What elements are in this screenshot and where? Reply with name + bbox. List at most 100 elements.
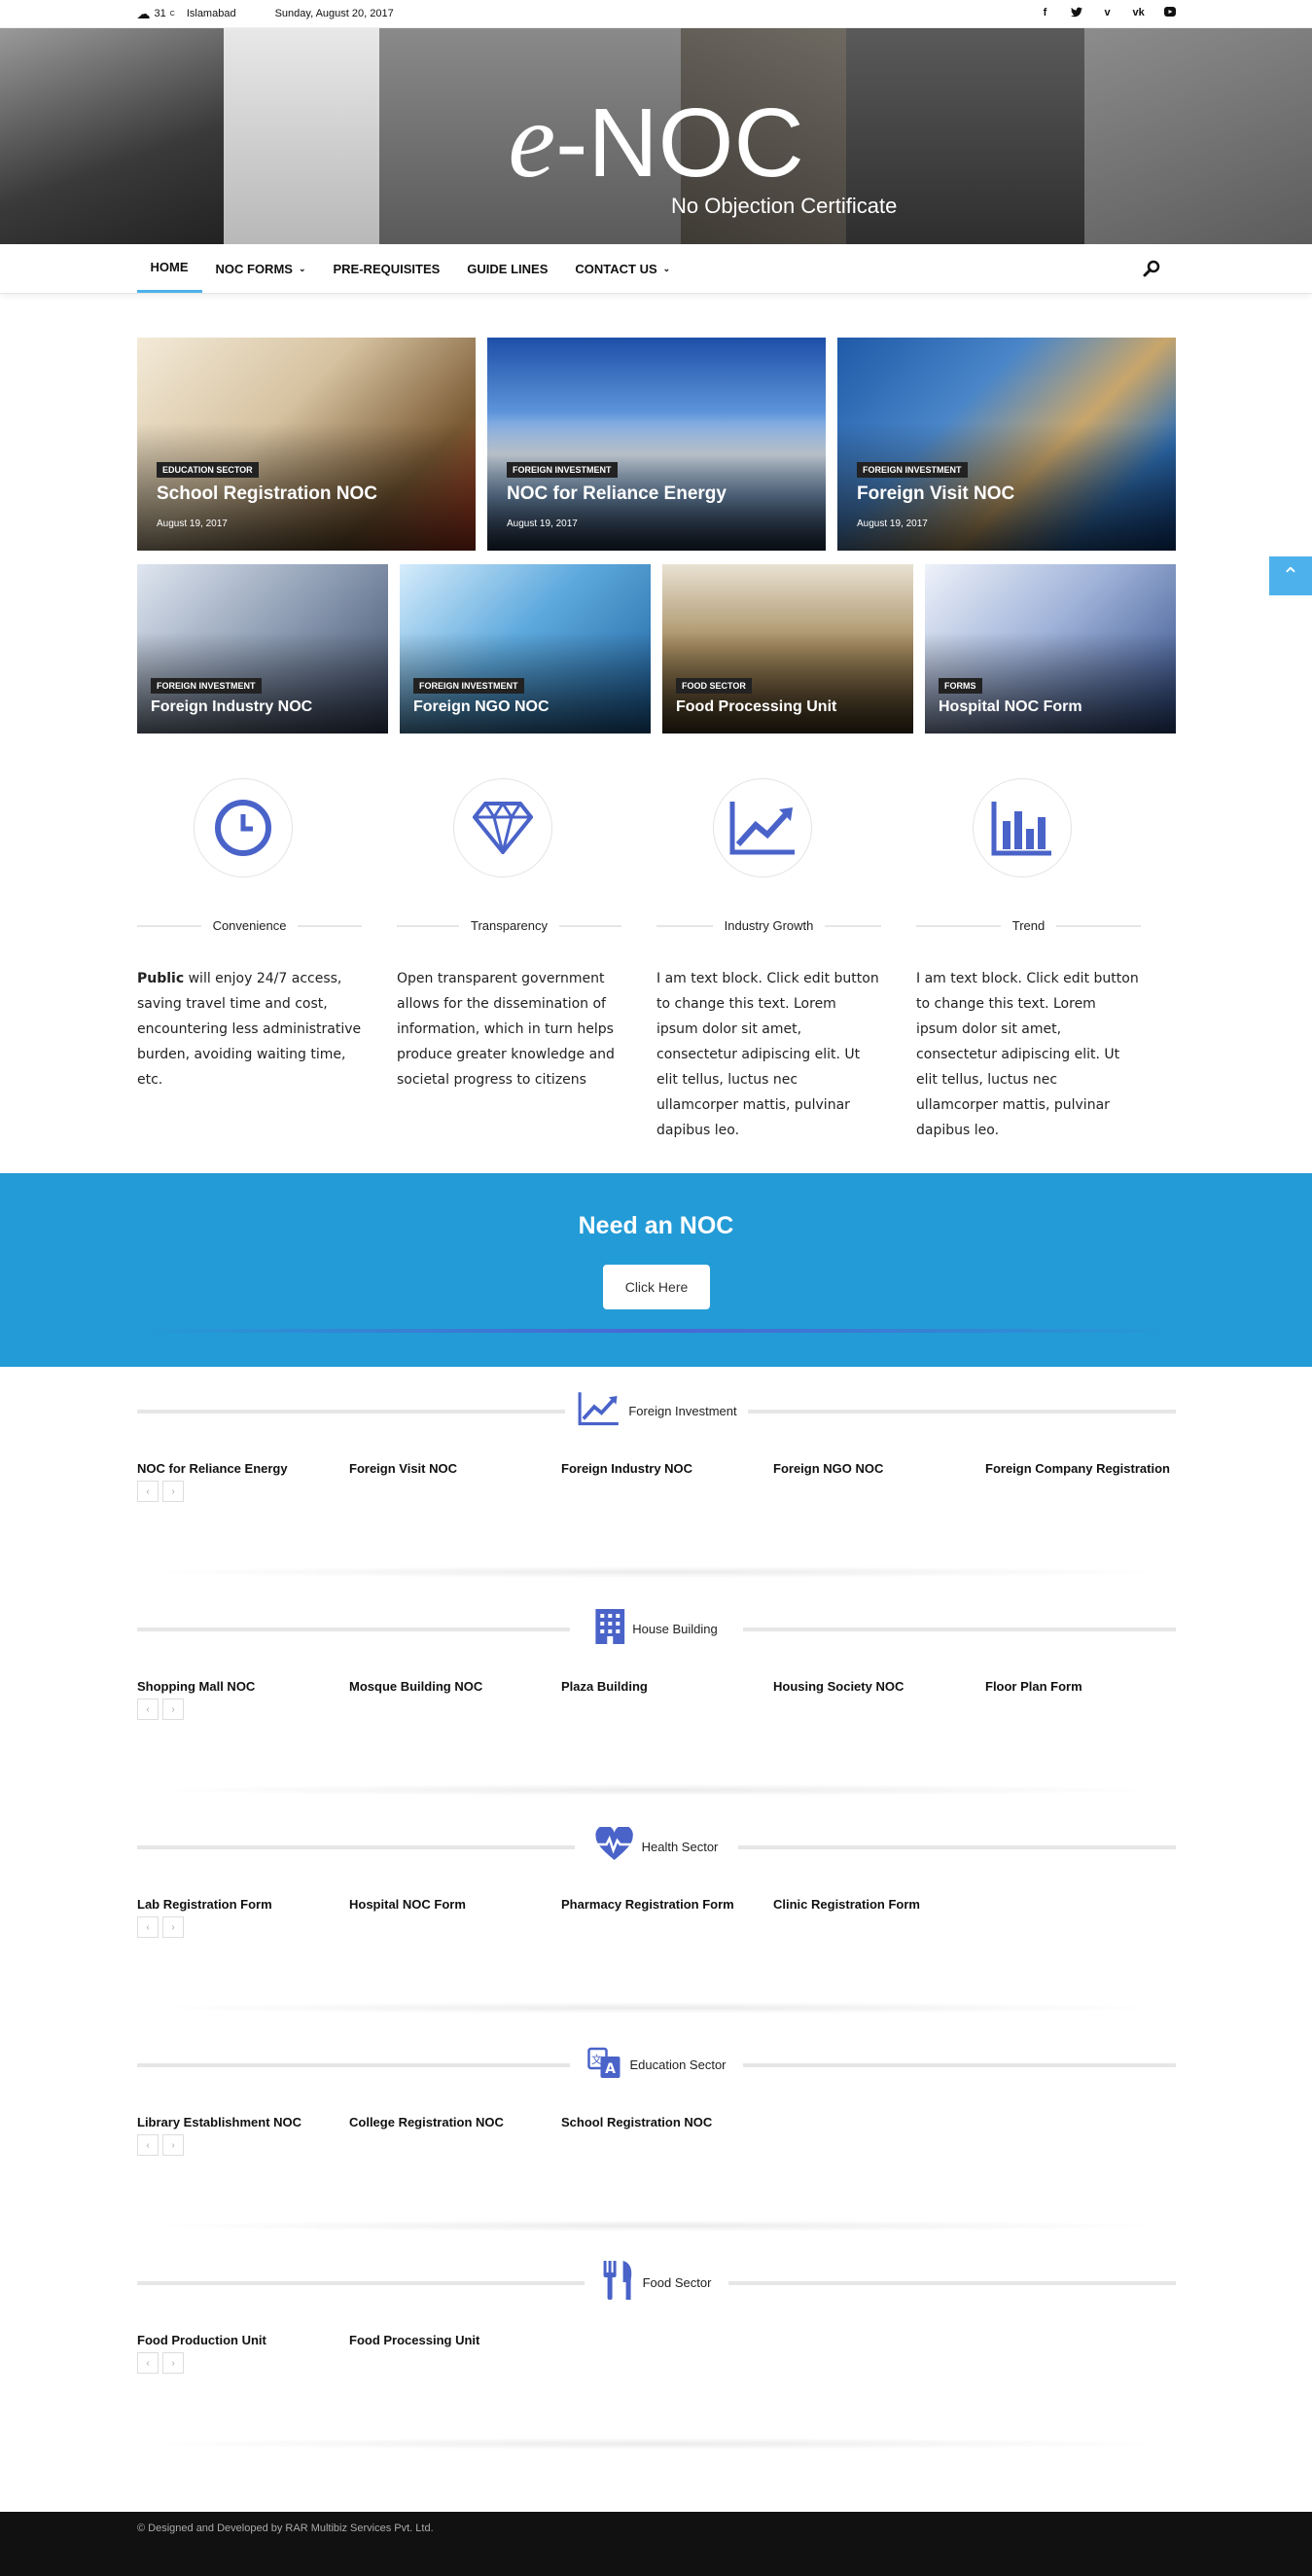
post-category[interactable]: FOREIGN INVESTMENT [507,462,618,478]
featured-post[interactable]: FOOD SECTOR Food Processing Unit [662,564,913,733]
category-post-link[interactable]: Shopping Mall NOC [137,1679,349,1694]
feature-text: Open transparent government allows for t… [397,966,621,1092]
header-image-newspaper [0,28,224,244]
category-title[interactable]: Foreign Investment [628,1404,736,1418]
prev-page-button[interactable]: ‹ [137,1481,159,1502]
prev-page-button[interactable]: ‹ [137,2134,159,2156]
next-page-button[interactable]: › [162,1916,184,1938]
category-post-link[interactable]: Food Production Unit [137,2333,349,2347]
featured-post[interactable]: FOREIGN INVESTMENT NOC for Reliance Ener… [487,338,826,551]
category-title[interactable]: Health Sector [642,1840,719,1854]
nav-contact-us-label: CONTACT US [575,261,657,276]
category-title[interactable]: House Building [632,1622,717,1636]
facebook-icon[interactable]: f [1040,7,1051,20]
twitter-icon[interactable] [1070,7,1082,20]
post-title[interactable]: Foreign Visit NOC [857,483,1014,505]
next-page-button[interactable]: › [162,1481,184,1502]
feature-text: I am text block. Click edit button to ch… [916,966,1141,1143]
post-title[interactable]: NOC for Reliance Energy [507,483,727,505]
vk-icon[interactable]: vk [1133,7,1145,20]
nav-noc-forms[interactable]: NOC FORMS ⌄ [202,244,320,293]
category-post-link[interactable]: Clinic Registration Form [773,1897,985,1912]
prev-page-button[interactable]: ‹ [137,1916,159,1938]
category-post-link[interactable]: Pharmacy Registration Form [561,1897,773,1912]
category-post-link[interactable]: Lab Registration Form [137,1897,349,1912]
category-post-link[interactable]: Hospital NOC Form [349,1897,561,1912]
pagination: ‹ › [137,1916,184,1938]
post-category[interactable]: FOOD SECTOR [676,678,752,694]
vimeo-icon[interactable]: v [1102,7,1114,20]
pagination: ‹ › [137,1699,184,1720]
prev-page-button[interactable]: ‹ [137,1699,159,1720]
header-image-survey [224,28,379,244]
category-post-link[interactable]: Foreign Industry NOC [561,1461,773,1476]
logo-e: e [508,81,556,199]
featured-post[interactable]: FOREIGN INVESTMENT Foreign Industry NOC [137,564,388,733]
nav-guide-lines[interactable]: GUIDE LINES [453,244,561,293]
search-icon[interactable] [1143,244,1176,293]
nav-pre-requisites-label: PRE-REQUISITES [333,261,441,276]
category-post-list: Lab Registration Form Hospital NOC Form … [137,1897,985,1912]
category-post-link[interactable]: NOC for Reliance Energy [137,1461,349,1476]
post-category[interactable]: EDUCATION SECTOR [157,462,259,478]
category-post-link[interactable]: Foreign NGO NOC [773,1461,985,1476]
next-page-button[interactable]: › [162,2352,184,2374]
category-block-education-sector: A文 Education Sector Library Establishmen… [137,2045,1176,2239]
svg-text:A: A [605,2061,616,2077]
feature-block: Convenience Public will enjoy 24/7 acces… [137,778,397,1143]
category-post-link[interactable]: Plaza Building [561,1679,773,1694]
post-title[interactable]: Hospital NOC Form [939,698,1082,716]
featured-post[interactable]: FOREIGN INVESTMENT Foreign Visit NOC Aug… [837,338,1176,551]
category-post-link[interactable]: Mosque Building NOC [349,1679,561,1694]
post-title[interactable]: Food Processing Unit [676,698,836,716]
header-image-map [1084,28,1312,244]
category-title[interactable]: Education Sector [629,2057,726,2072]
chevron-down-icon: ⌄ [662,263,671,273]
nav-home[interactable]: HOME [136,244,202,293]
chevron-down-icon: ⌄ [298,263,306,273]
nav-noc-forms-label: NOC FORMS [215,261,293,276]
prev-page-button[interactable]: ‹ [137,2352,159,2374]
category-post-link[interactable]: Foreign Company Registration [985,1461,1197,1476]
nav-contact-us[interactable]: CONTACT US ⌄ [561,244,684,293]
post-category[interactable]: FOREIGN INVESTMENT [413,678,524,694]
category-header: A文 Education Sector [137,2045,1176,2084]
scroll-to-top-button[interactable]: ⌃ [1269,556,1312,595]
post-title[interactable]: Foreign NGO NOC [413,698,550,716]
category-post-link[interactable]: Library Establishment NOC [137,2115,349,2129]
nav-pre-requisites[interactable]: PRE-REQUISITES [320,244,454,293]
featured-post[interactable]: FORMS Hospital NOC Form [925,564,1176,733]
feature-block: Industry Growth I am text block. Click e… [656,778,916,1143]
post-date: August 19, 2017 [507,519,578,529]
category-title[interactable]: Food Sector [643,2275,712,2290]
cutlery-icon [602,2260,635,2305]
next-page-button[interactable]: › [162,1699,184,1720]
youtube-icon[interactable] [1163,7,1176,20]
category-post-link[interactable]: School Registration NOC [561,2115,773,2129]
featured-post[interactable]: FOREIGN INVESTMENT Foreign NGO NOC [400,564,651,733]
cta-button[interactable]: Click Here [603,1265,710,1309]
next-page-button[interactable]: › [162,2134,184,2156]
heartbeat-icon [595,1824,634,1867]
category-block-foreign-investment: Foreign Investment NOC for Reliance Ener… [137,1391,1176,1586]
post-title[interactable]: School Registration NOC [157,483,377,505]
feature-title: Transparency [471,918,548,933]
post-category[interactable]: FOREIGN INVESTMENT [151,678,262,694]
category-post-link[interactable]: College Registration NOC [349,2115,561,2129]
post-category[interactable]: FOREIGN INVESTMENT [857,462,968,478]
temperature: 31 [154,8,166,19]
post-category[interactable]: FORMS [939,678,982,694]
footer-credit: © Designed and Developed by RAR Multibiz… [137,2522,434,2534]
featured-post[interactable]: EDUCATION SECTOR School Registration NOC… [137,338,476,551]
site-logo[interactable]: e-NOC [508,79,803,202]
featured-grid-bottom: FOREIGN INVESTMENT Foreign Industry NOC … [137,564,1176,733]
category-post-list: Library Establishment NOC College Regist… [137,2115,773,2129]
category-post-link[interactable]: Housing Society NOC [773,1679,985,1694]
growth-chart-icon [576,1391,621,1431]
category-block-health-sector: Health Sector Lab Registration Form Hosp… [137,1824,1176,2021]
post-date: August 19, 2017 [857,519,928,529]
post-title[interactable]: Foreign Industry NOC [151,698,312,716]
category-post-link[interactable]: Foreign Visit NOC [349,1461,561,1476]
category-post-link[interactable]: Floor Plan Form [985,1679,1197,1694]
category-post-link[interactable]: Food Processing Unit [349,2333,561,2347]
